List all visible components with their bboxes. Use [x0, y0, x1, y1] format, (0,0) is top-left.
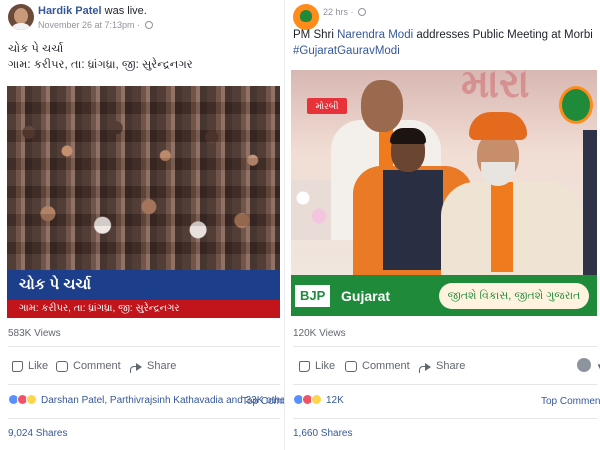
- shares-count-link[interactable]: 1,660 Shares: [293, 428, 353, 439]
- slogan-banner: જીતશે વિકાસ, જીતશે ગુજરાત: [439, 283, 589, 309]
- share-icon: [130, 362, 142, 373]
- person-shape: [491, 182, 513, 272]
- view-count: 583K Views: [8, 328, 61, 339]
- viewer-selector[interactable]: ▼: [577, 354, 600, 378]
- like-icon: [299, 361, 310, 372]
- divider: [8, 384, 280, 385]
- top-comments-link[interactable]: Top Comments: [541, 396, 600, 407]
- post-hardik-patel: Hardik Patel was live. November 26 at 7:…: [0, 0, 285, 450]
- divider: [293, 384, 597, 385]
- person-shape: [583, 130, 597, 280]
- person-shape: [469, 112, 527, 140]
- post-bjp-gujarat: 22 hrs · PM Shri Narendra Modi addresses…: [285, 0, 600, 450]
- mention-link[interactable]: Narendra Modi: [337, 29, 413, 41]
- comment-icon: [56, 361, 68, 372]
- gujarat-label: Gujarat: [341, 288, 391, 304]
- post-timestamp-link[interactable]: November 26 at 7:13pm: [38, 20, 135, 30]
- divider: [293, 346, 597, 347]
- bjp-label: BJP: [295, 285, 331, 307]
- post-caption: PM Shri Narendra Modi addresses Public M…: [293, 28, 593, 43]
- share-label: Share: [147, 360, 177, 372]
- post-caption-line-1: ચોક પે ચર્ચા: [8, 43, 64, 55]
- video-lower-third: BJP Gujarat જીતશે વિકાસ, જીતશે ગુજરાત: [291, 275, 597, 316]
- divider: [8, 346, 280, 347]
- share-button[interactable]: Share: [130, 354, 176, 378]
- post-meta: 22 hrs ·: [323, 7, 367, 17]
- reactions-count: 12K: [326, 395, 344, 406]
- caption-rest: addresses Public Meeting at Morbi: [413, 29, 593, 41]
- caption-prefix: PM Shri: [293, 29, 338, 41]
- post-status: was live.: [104, 5, 147, 17]
- top-comments-link[interactable]: Top Comm: [242, 396, 285, 407]
- location-badge: મોરબી: [307, 98, 347, 114]
- action-bar: Like Comment Share: [8, 354, 280, 378]
- avatar[interactable]: [293, 4, 319, 30]
- globe-icon: [144, 21, 153, 29]
- hashtag-link[interactable]: #GujaratGauravModi: [293, 44, 400, 59]
- share-label: Share: [436, 360, 466, 372]
- person-shape: [361, 80, 403, 132]
- post-timestamp-link[interactable]: 22 hrs: [323, 7, 348, 17]
- like-icon: [12, 361, 23, 372]
- lower-third-subtitle: ગામ: કરીપર, તા: ધ્રાંગધ્રા, જી: સુરેન્દ્…: [7, 300, 280, 318]
- globe-icon: [358, 8, 367, 16]
- avatar-shirt: [10, 23, 32, 30]
- post-caption-line-2: ગામ: કરીપર, તા: ધ્રાંગધ્રા, જી: સુરેન્દ્…: [8, 59, 193, 71]
- comment-icon: [345, 361, 357, 372]
- author-name-link[interactable]: Hardik Patel: [38, 5, 102, 17]
- reactions-summary[interactable]: 12K: [293, 394, 344, 410]
- person-shape: [390, 128, 426, 144]
- stage-banner-text: મારા: [461, 70, 530, 106]
- like-label: Like: [315, 360, 336, 372]
- viewer-avatar-icon: [577, 358, 591, 372]
- video-player[interactable]: મારા મોરબી BJP Gujarat જીતશે વિકાસ, જીતશ…: [291, 70, 597, 316]
- like-button[interactable]: Like: [12, 354, 48, 378]
- reaction-wow-icon: [311, 394, 322, 405]
- comment-label: Comment: [362, 360, 410, 372]
- share-button[interactable]: Share: [419, 354, 465, 378]
- shares-count-link[interactable]: 9,024 Shares: [8, 428, 68, 439]
- avatar-face: [14, 8, 28, 24]
- like-label: Like: [28, 360, 49, 372]
- lower-third-title: ચોક પે ચર્ચા: [7, 270, 280, 300]
- share-icon: [419, 362, 431, 373]
- divider: [8, 418, 280, 419]
- separator-dot: ·: [350, 7, 357, 17]
- author-line: Hardik Patel was live.: [38, 5, 147, 17]
- action-bar: Like Comment Share ▼: [293, 354, 600, 378]
- comment-button[interactable]: Comment: [56, 354, 121, 378]
- separator-dot: ·: [137, 20, 143, 30]
- view-count: 120K Views: [293, 328, 346, 339]
- comment-label: Comment: [73, 360, 121, 372]
- lotus-logo-icon: [300, 10, 312, 22]
- reaction-wow-icon: [26, 394, 37, 405]
- stage-flowers: [291, 180, 331, 240]
- comment-button[interactable]: Comment: [345, 354, 410, 378]
- post-meta: November 26 at 7:13pm ·: [38, 20, 153, 30]
- bjp-logo-icon: [559, 86, 593, 124]
- video-lower-third: ચોક પે ચર્ચા ગામ: કરીપર, તા: ધ્રાંગધ્રા,…: [7, 270, 280, 318]
- live-video-player[interactable]: ચોક પે ચર્ચા ગામ: કરીપર, તા: ધ્રાંગધ્રા,…: [7, 86, 280, 318]
- avatar[interactable]: [8, 4, 34, 30]
- person-shape: [383, 170, 443, 270]
- like-button[interactable]: Like: [299, 354, 335, 378]
- divider: [293, 418, 597, 419]
- caret-down-icon: ▼: [596, 362, 600, 371]
